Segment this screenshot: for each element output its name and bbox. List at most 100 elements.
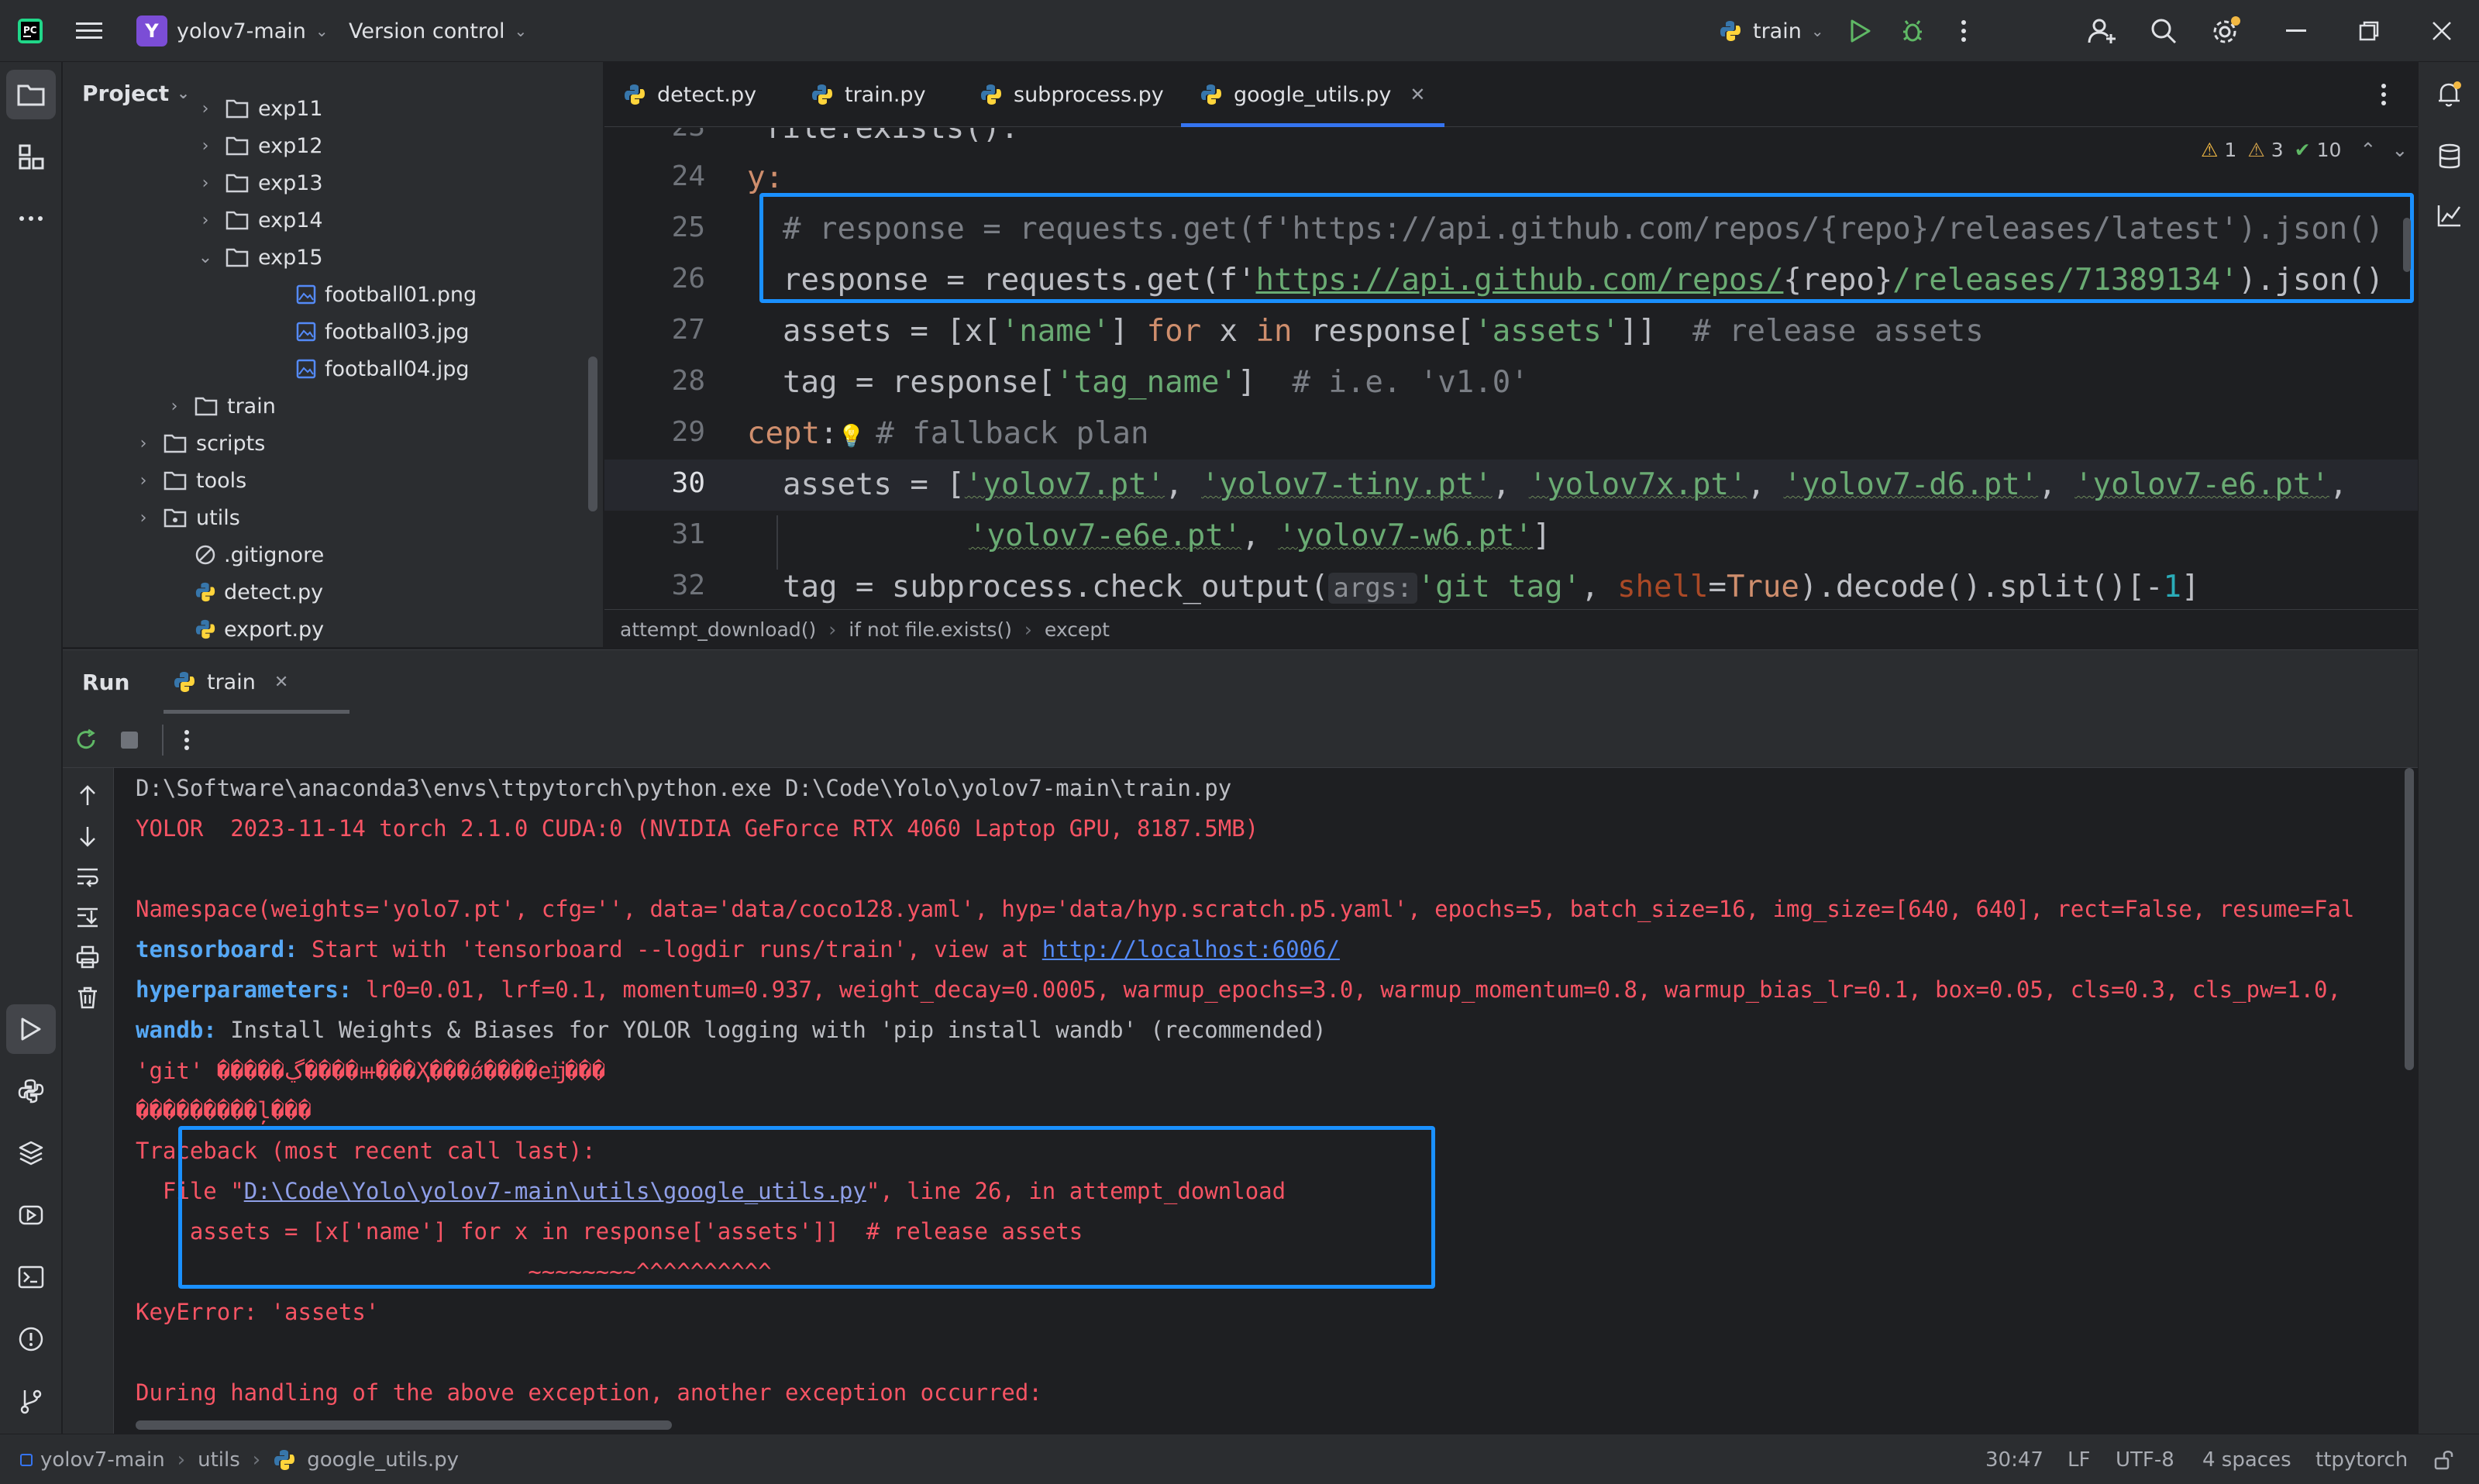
tensorboard-link[interactable]: http://localhost:6006/	[1042, 936, 1340, 962]
code-token: ]	[1532, 518, 1551, 553]
code-editor[interactable]: ⚠1 ⚠3 ✔10 ⌃ ⌄ 23 24 25 26 27 28 29 30 31…	[604, 128, 2418, 608]
problems-icon[interactable]	[0, 1314, 62, 1364]
scroll-down-icon[interactable]	[75, 824, 100, 849]
python-interpreter[interactable]: ttpytorch	[2315, 1434, 2408, 1484]
structure-tool-icon[interactable]	[0, 132, 62, 181]
line-separator[interactable]: LF	[2068, 1434, 2090, 1484]
inspection-widget[interactable]: ⚠ 1 ⚠ 3 ✔ 10 ⌃ ⌄	[2201, 133, 2408, 167]
app-logo-icon[interactable]: PC	[17, 0, 43, 62]
tree-item-football03-jpg[interactable]: football03.jpg	[295, 313, 470, 350]
chevron-right-icon[interactable]: ›	[164, 397, 185, 416]
tree-item-exp15[interactable]: ⌄ exp15	[195, 239, 323, 276]
tree-item-tools[interactable]: › tools	[133, 462, 247, 499]
project-scrollbar[interactable]	[588, 356, 597, 511]
soft-wrap-icon[interactable]	[75, 864, 100, 889]
python-packages-icon[interactable]	[0, 1128, 62, 1178]
vcs-menu[interactable]: Version control ⌄	[349, 0, 527, 62]
tree-item-train[interactable]: › train	[164, 387, 276, 425]
string-token: 'yolov7-tiny.pt'	[1201, 467, 1493, 502]
indent-setting[interactable]: 4 spaces	[2202, 1434, 2291, 1484]
more-tools-icon[interactable]	[0, 194, 62, 243]
breadcrumb-item[interactable]: if not file.exists()	[849, 618, 1012, 641]
scroll-to-end-icon[interactable]	[75, 904, 100, 929]
project-tool-icon[interactable]	[6, 70, 56, 119]
add-user-icon[interactable]	[2088, 0, 2117, 62]
more-options-icon[interactable]	[171, 725, 202, 756]
terminal-icon[interactable]	[0, 1252, 62, 1302]
tab-options-icon[interactable]	[2381, 62, 2387, 127]
services-icon[interactable]	[0, 1190, 62, 1240]
settings-gear-icon[interactable]	[2210, 0, 2241, 62]
git-branch-icon[interactable]	[0, 1376, 62, 1426]
run-tab-train[interactable]: train ✕	[164, 650, 349, 714]
editor-scrollbar[interactable]	[2403, 218, 2411, 272]
close-tab-icon[interactable]: ✕	[274, 673, 288, 692]
chevron-right-icon[interactable]: ›	[195, 174, 216, 193]
notifications-bell-icon[interactable]	[2419, 70, 2479, 119]
caret-position[interactable]: 30:47	[1985, 1434, 2043, 1484]
project-panel-header[interactable]: Project ⌄	[63, 62, 603, 124]
console-vscrollbar[interactable]	[2405, 768, 2414, 1070]
breadcrumb-item[interactable]: attempt_download()	[620, 618, 816, 641]
tree-item-football04-jpg[interactable]: football04.jpg	[295, 350, 470, 387]
console-hscrollbar[interactable]	[136, 1420, 672, 1430]
scroll-up-icon[interactable]	[75, 783, 100, 808]
tree-item-utils[interactable]: › utils	[133, 499, 240, 536]
database-icon[interactable]	[2419, 132, 2479, 181]
chevron-right-icon[interactable]: ›	[195, 99, 216, 119]
python-file-icon	[812, 84, 832, 105]
tab-train-py[interactable]: train.py	[811, 62, 926, 127]
chevron-right-icon[interactable]: ›	[195, 136, 216, 156]
tree-item-exp13[interactable]: › exp13	[195, 164, 323, 201]
minimize-window-icon[interactable]	[2286, 0, 2306, 62]
trash-icon[interactable]	[75, 985, 100, 1010]
more-actions-icon[interactable]	[1961, 0, 1967, 62]
tree-item-export-py[interactable]: export.py	[195, 611, 324, 647]
main-menu-icon[interactable]	[76, 0, 102, 62]
tab-detect-py[interactable]: detect.py	[623, 62, 756, 127]
tree-item-football01-png[interactable]: football01.png	[295, 276, 477, 313]
sciview-chart-icon[interactable]	[2419, 191, 2479, 240]
tree-item-detect-py[interactable]: detect.py	[195, 573, 323, 611]
python-console-icon[interactable]	[0, 1066, 62, 1116]
comment-token: # fallback plan	[876, 416, 1149, 451]
file-encoding[interactable]: UTF-8	[2116, 1434, 2174, 1484]
tree-item--gitignore[interactable]: .gitignore	[195, 536, 324, 573]
status-path-item[interactable]: google_utils.py	[307, 1448, 459, 1472]
stop-icon[interactable]	[114, 725, 145, 756]
keyword-token: in	[1255, 314, 1293, 349]
prev-highlight-icon[interactable]: ⌃	[2360, 139, 2376, 161]
chevron-right-icon[interactable]: ›	[195, 211, 216, 230]
close-tab-icon[interactable]: ✕	[1410, 84, 1425, 105]
chevron-right-icon[interactable]: ›	[133, 471, 154, 491]
breadcrumb-item[interactable]: except	[1045, 618, 1110, 641]
tab-subprocess-py[interactable]: subprocess.py	[980, 62, 1164, 127]
next-highlight-icon[interactable]: ⌄	[2391, 139, 2408, 161]
lightbulb-icon[interactable]: 💡	[838, 423, 865, 449]
search-icon[interactable]	[2150, 0, 2178, 62]
string-token: 'tag_name'	[1055, 365, 1238, 400]
run-tool-icon[interactable]	[6, 1004, 56, 1054]
print-icon[interactable]	[75, 945, 100, 969]
chevron-right-icon[interactable]: ›	[133, 508, 154, 528]
lock-icon[interactable]	[2433, 1434, 2455, 1484]
console-output[interactable]: D:\Software\anaconda3\envs\ttpytorch\pyt…	[115, 768, 2418, 1434]
tree-item-scripts[interactable]: › scripts	[133, 425, 266, 462]
close-window-icon[interactable]	[2432, 0, 2452, 62]
run-config-selector[interactable]: train ⌄	[1719, 0, 1824, 62]
tab-google-utils-py[interactable]: google_utils.py ✕	[1181, 62, 1444, 127]
run-toolbar	[63, 714, 2418, 768]
status-path-item[interactable]: utils	[198, 1448, 240, 1472]
chevron-down-icon[interactable]: ⌄	[195, 248, 216, 267]
tree-item-exp14[interactable]: › exp14	[195, 201, 323, 239]
chevron-right-icon[interactable]: ›	[133, 434, 154, 453]
status-path-item[interactable]: yolov7-main	[40, 1448, 165, 1472]
restore-window-icon[interactable]	[2359, 0, 2379, 62]
project-switcher[interactable]: Y yolov7-main ⌄	[136, 0, 329, 62]
tree-item-exp12[interactable]: › exp12	[195, 127, 323, 164]
string-token: 'yolov7-e6.pt'	[2074, 467, 2329, 502]
tree-item-exp11[interactable]: › exp11	[195, 90, 323, 127]
debug-button[interactable]	[1900, 0, 1925, 62]
run-button[interactable]	[1849, 0, 1872, 62]
rerun-icon[interactable]	[71, 725, 102, 756]
